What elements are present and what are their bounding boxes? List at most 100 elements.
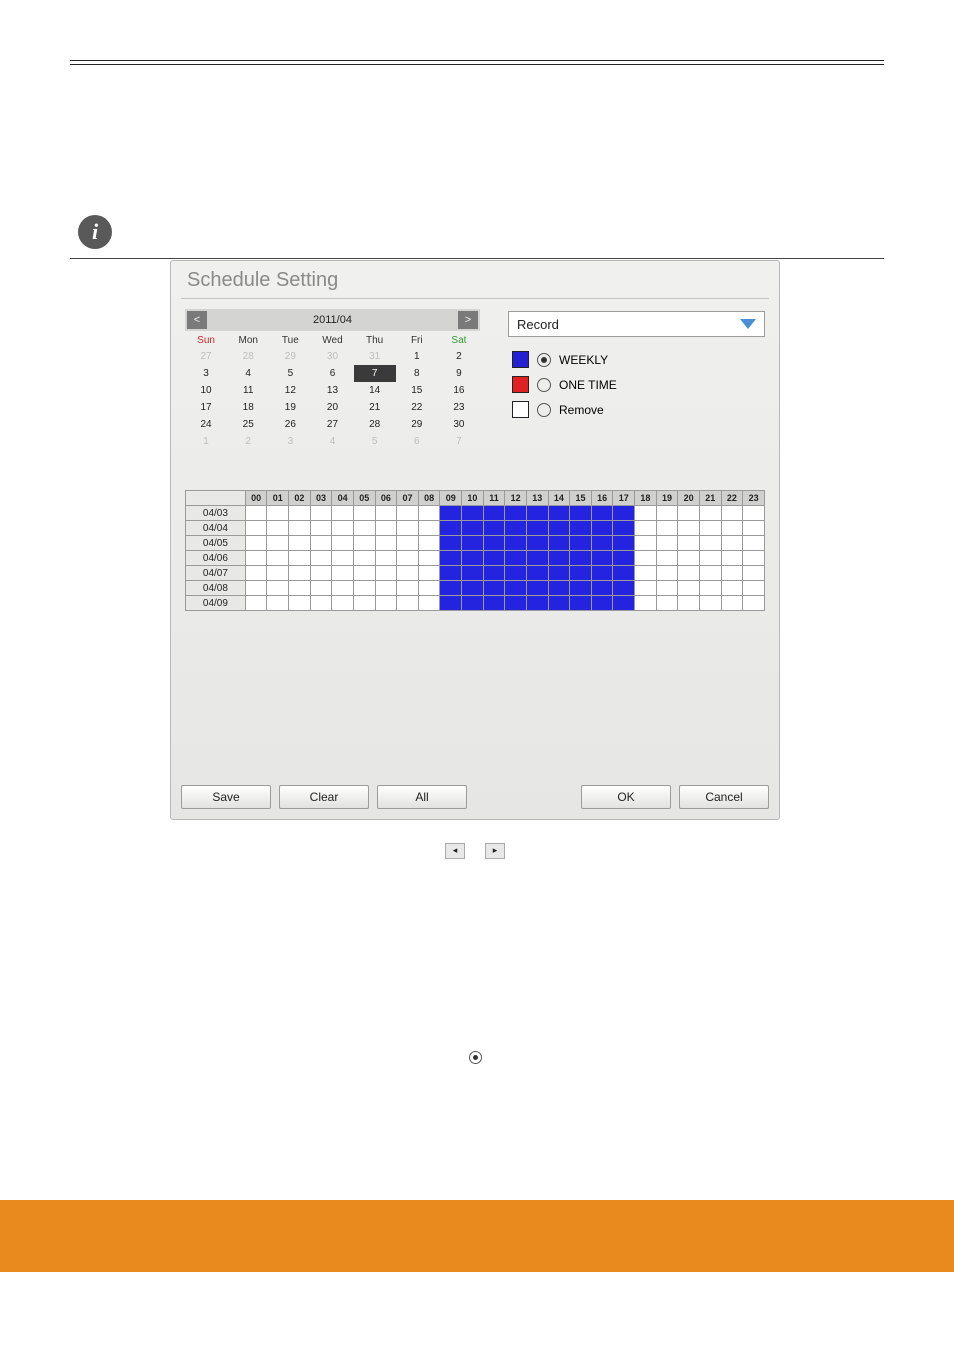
schedule-cell[interactable] [678, 581, 700, 596]
schedule-cell[interactable] [570, 581, 592, 596]
option-remove[interactable]: Remove [512, 401, 761, 418]
schedule-cell[interactable] [678, 536, 700, 551]
calendar-day[interactable]: 9 [438, 365, 480, 382]
schedule-cell[interactable] [570, 506, 592, 521]
schedule-cell[interactable] [678, 506, 700, 521]
schedule-cell[interactable] [267, 596, 289, 611]
schedule-cell[interactable] [483, 596, 505, 611]
schedule-cell[interactable] [570, 536, 592, 551]
schedule-cell[interactable] [267, 536, 289, 551]
schedule-cell[interactable] [635, 536, 657, 551]
schedule-cell[interactable] [310, 566, 332, 581]
schedule-cell[interactable] [332, 596, 354, 611]
schedule-cell[interactable] [483, 506, 505, 521]
schedule-cell[interactable] [526, 521, 548, 536]
schedule-cell[interactable] [462, 596, 484, 611]
schedule-cell[interactable] [483, 581, 505, 596]
schedule-cell[interactable] [332, 521, 354, 536]
calendar-day[interactable]: 17 [185, 399, 227, 416]
schedule-cell[interactable] [289, 536, 311, 551]
schedule-cell[interactable] [613, 536, 635, 551]
schedule-cell[interactable] [483, 521, 505, 536]
schedule-cell[interactable] [245, 506, 267, 521]
schedule-cell[interactable] [526, 581, 548, 596]
schedule-cell[interactable] [353, 596, 375, 611]
schedule-cell[interactable] [440, 581, 462, 596]
schedule-cell[interactable] [613, 596, 635, 611]
calendar-day[interactable]: 29 [269, 348, 311, 365]
schedule-cell[interactable] [375, 566, 397, 581]
schedule-cell[interactable] [462, 551, 484, 566]
schedule-cell[interactable] [613, 581, 635, 596]
schedule-cell[interactable] [613, 521, 635, 536]
schedule-cell[interactable] [635, 581, 657, 596]
calendar-day[interactable]: 5 [354, 433, 396, 450]
schedule-cell[interactable] [570, 566, 592, 581]
schedule-cell[interactable] [418, 536, 440, 551]
schedule-cell[interactable] [397, 521, 419, 536]
calendar-day[interactable]: 4 [227, 365, 269, 382]
calendar-next-button[interactable]: > [458, 311, 478, 329]
schedule-cell[interactable] [743, 536, 765, 551]
schedule-cell[interactable] [613, 506, 635, 521]
ok-button[interactable]: OK [581, 785, 671, 809]
schedule-cell[interactable] [440, 566, 462, 581]
schedule-cell[interactable] [721, 566, 743, 581]
schedule-cell[interactable] [310, 551, 332, 566]
radio-onetime[interactable] [537, 378, 551, 392]
calendar-day[interactable]: 12 [269, 382, 311, 399]
calendar-day[interactable]: 6 [311, 365, 353, 382]
schedule-cell[interactable] [418, 506, 440, 521]
schedule-cell[interactable] [591, 566, 613, 581]
calendar-day[interactable]: 1 [185, 433, 227, 450]
schedule-cell[interactable] [353, 506, 375, 521]
all-button[interactable]: All [377, 785, 467, 809]
schedule-cell[interactable] [440, 521, 462, 536]
calendar-day[interactable]: 23 [438, 399, 480, 416]
schedule-cell[interactable] [699, 596, 721, 611]
schedule-cell[interactable] [548, 551, 570, 566]
schedule-cell[interactable] [397, 506, 419, 521]
calendar-day[interactable]: 26 [269, 416, 311, 433]
calendar-day[interactable]: 15 [396, 382, 438, 399]
schedule-cell[interactable] [526, 566, 548, 581]
schedule-cell[interactable] [548, 581, 570, 596]
schedule-cell[interactable] [332, 536, 354, 551]
schedule-cell[interactable] [570, 551, 592, 566]
schedule-cell[interactable] [591, 551, 613, 566]
calendar-day[interactable]: 28 [227, 348, 269, 365]
schedule-cell[interactable] [570, 521, 592, 536]
schedule-cell[interactable] [635, 521, 657, 536]
schedule-cell[interactable] [440, 596, 462, 611]
schedule-cell[interactable] [245, 596, 267, 611]
schedule-cell[interactable] [505, 581, 527, 596]
calendar-day[interactable]: 10 [185, 382, 227, 399]
schedule-cell[interactable] [721, 551, 743, 566]
schedule-cell[interactable] [699, 506, 721, 521]
schedule-cell[interactable] [289, 521, 311, 536]
clear-button[interactable]: Clear [279, 785, 369, 809]
schedule-cell[interactable] [245, 521, 267, 536]
calendar-day[interactable]: 2 [227, 433, 269, 450]
schedule-cell[interactable] [245, 581, 267, 596]
schedule-cell[interactable] [353, 536, 375, 551]
schedule-cell[interactable] [483, 536, 505, 551]
schedule-cell[interactable] [375, 521, 397, 536]
mode-select[interactable]: Record [508, 311, 765, 337]
schedule-cell[interactable] [440, 551, 462, 566]
schedule-cell[interactable] [721, 521, 743, 536]
schedule-cell[interactable] [743, 566, 765, 581]
schedule-cell[interactable] [332, 506, 354, 521]
calendar-day[interactable]: 4 [311, 433, 353, 450]
schedule-cell[interactable] [678, 596, 700, 611]
calendar-prev-button[interactable]: < [187, 311, 207, 329]
schedule-cell[interactable] [635, 551, 657, 566]
schedule-cell[interactable] [721, 506, 743, 521]
schedule-cell[interactable] [548, 536, 570, 551]
schedule-cell[interactable] [743, 506, 765, 521]
schedule-cell[interactable] [699, 551, 721, 566]
schedule-cell[interactable] [699, 581, 721, 596]
schedule-cell[interactable] [267, 551, 289, 566]
schedule-cell[interactable] [526, 536, 548, 551]
schedule-cell[interactable] [310, 506, 332, 521]
